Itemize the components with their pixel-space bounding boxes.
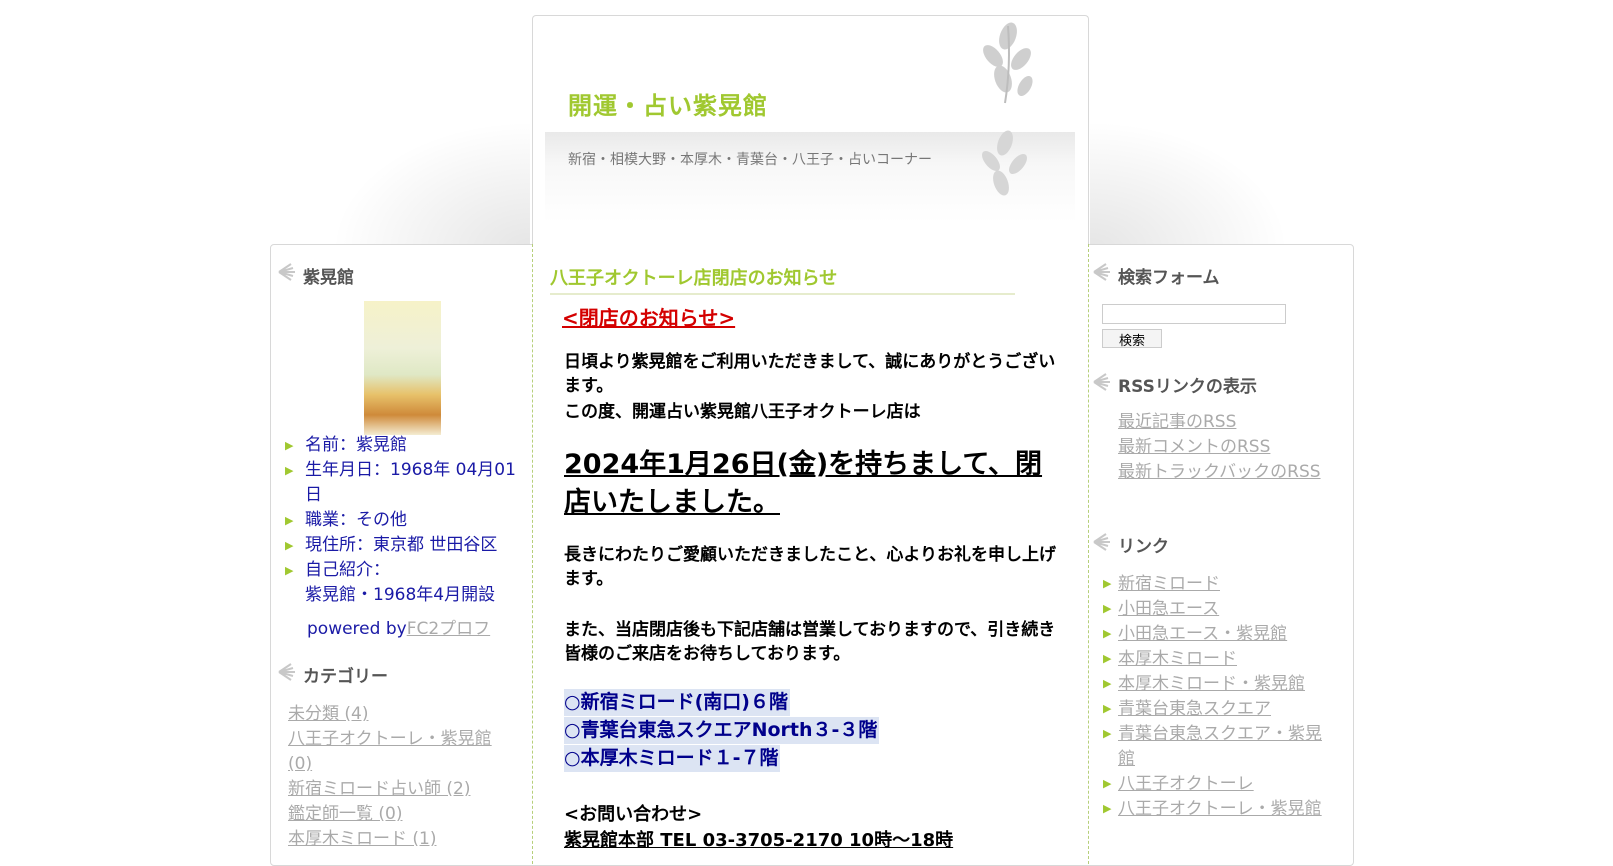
notice-heading: <閉店のお知らせ> [562, 306, 736, 330]
entry-paragraph: この度、開運占い紫晃館八王子オクトーレ店は [564, 402, 921, 422]
bullet-arrow-icon: ▶ [1103, 627, 1112, 640]
bullet-arrow-icon: ▶ [1103, 777, 1112, 790]
profile-intro: ▶ 自己紹介： 紫晃館・1968年4月開設 [285, 560, 496, 605]
closing-date-announcement: 2024年1月26日(金)を持ちまして、閉店いたしました。 [564, 449, 1043, 518]
bullet-arrow-icon: ▶ [1103, 677, 1112, 690]
link-item[interactable]: 小田急エース [1118, 597, 1323, 622]
link-item[interactable]: 青葉台東急スクエア [1118, 697, 1323, 722]
bullet-arrow-icon: ▶ [1103, 652, 1112, 665]
links-title: リンク [1118, 537, 1169, 557]
profile-residence: ▶ 現住所：東京都 世田谷区 [285, 533, 525, 558]
bullet-arrow-icon: ▶ [285, 439, 294, 452]
link-item[interactable]: 八王子オクトーレ・紫晃館 [1118, 797, 1323, 822]
feather-heading-icon [278, 663, 295, 681]
leaf-decoration-icon [982, 130, 1027, 196]
store-item: ○本厚木ミロード１-７階 [564, 745, 781, 772]
bullet-arrow-icon: ▶ [1103, 702, 1112, 715]
site-title[interactable]: 開運・占い紫晃館 [568, 86, 768, 121]
feather-heading-icon [1093, 533, 1110, 551]
link-item[interactable]: 本厚木ミロード [1118, 647, 1323, 672]
search-button[interactable]: 検索 [1102, 329, 1162, 349]
header-shadow-left [330, 120, 530, 250]
category-title: カテゴリー [303, 667, 388, 687]
leaf-decoration-icon [983, 22, 1033, 104]
profile-name: ▶ 名前：紫晃館 [285, 433, 525, 458]
feather-heading-icon [278, 263, 295, 281]
profile-occupation: ▶ 職業：その他 [285, 508, 525, 533]
bullet-arrow-icon: ▶ [1103, 727, 1112, 740]
bullet-arrow-icon: ▶ [1103, 602, 1112, 615]
link-item[interactable]: 青葉台東急スクエア・紫晃館 [1118, 722, 1323, 772]
link-item[interactable]: 小田急エース・紫晃館 [1118, 622, 1323, 647]
link-item[interactable]: 本厚木ミロード・紫晃館 [1118, 672, 1323, 697]
profile-birthday: ▶ 生年月日：1968年 04月01日 [285, 460, 516, 505]
site-description: 新宿・相模大野・本厚木・青葉台・八王子・占いコーナー [568, 152, 932, 168]
link-item[interactable]: 新宿ミロード [1118, 572, 1323, 597]
feather-heading-icon [1093, 263, 1110, 281]
entry-title[interactable]: 八王子オクトーレ店閉店のお知らせ [550, 264, 1015, 295]
entry-paragraph: また、当店閉店後も下記店舗は営業しておりますので、引き続き皆様のご来店をお待ちし… [564, 620, 1056, 664]
store-item: ○青葉台東急スクエアNorth３-３階 [564, 717, 880, 744]
fc2-profile-link[interactable]: FC2プロフ [407, 619, 490, 639]
category-link[interactable]: 鑑定師一覧 (0) [288, 802, 518, 827]
rss-link[interactable]: 最新トラックバックのRSS [1118, 460, 1323, 485]
store-item: ○新宿ミロード(南口)６階 [564, 689, 790, 716]
profile-title: 紫晃館 [303, 268, 354, 288]
bullet-arrow-icon: ▶ [1103, 577, 1112, 590]
header-shadow-right [1090, 120, 1290, 250]
search-title: 検索フォーム [1118, 268, 1220, 288]
bullet-arrow-icon: ▶ [285, 539, 294, 552]
category-link[interactable]: 本厚木ミロード (1) [288, 827, 518, 852]
contact-heading: <お問い合わせ> [564, 804, 703, 825]
contact-phone: 紫晃館本部 TEL 03-3705-2170 10時～18時 [564, 830, 954, 851]
search-input[interactable] [1102, 304, 1286, 324]
category-link[interactable]: 八王子オクトーレ・紫晃館 (0) [288, 727, 518, 777]
category-link[interactable]: 未分類 (4) [288, 702, 518, 727]
bullet-arrow-icon: ▶ [285, 464, 294, 477]
bullet-arrow-icon: ▶ [285, 514, 294, 527]
bullet-arrow-icon: ▶ [1103, 802, 1112, 815]
rss-link[interactable]: 最近記事のRSS [1118, 410, 1323, 435]
site-header: 開運・占い紫晃館 新宿・相模大野・本厚木・青葉台・八王子・占いコーナー [532, 15, 1089, 246]
powered-by: powered byFC2プロフ [307, 619, 491, 639]
bullet-arrow-icon: ▶ [285, 564, 294, 577]
rss-link[interactable]: 最新コメントのRSS [1118, 435, 1323, 460]
entry-paragraph: 日頃より紫晃館をご利用いただきまして、誠にありがとうございます。 [564, 352, 1056, 396]
link-item[interactable]: 八王子オクトーレ [1118, 772, 1323, 797]
feather-heading-icon [1093, 373, 1110, 391]
entry-paragraph: 長きにわたりご愛顧いただきましたこと、心よりお礼を申し上げます。 [564, 545, 1056, 589]
category-link[interactable]: 新宿ミロード占い師 (2) [288, 777, 518, 802]
profile-avatar [364, 301, 441, 435]
rss-title: RSSリンクの表示 [1118, 377, 1257, 397]
